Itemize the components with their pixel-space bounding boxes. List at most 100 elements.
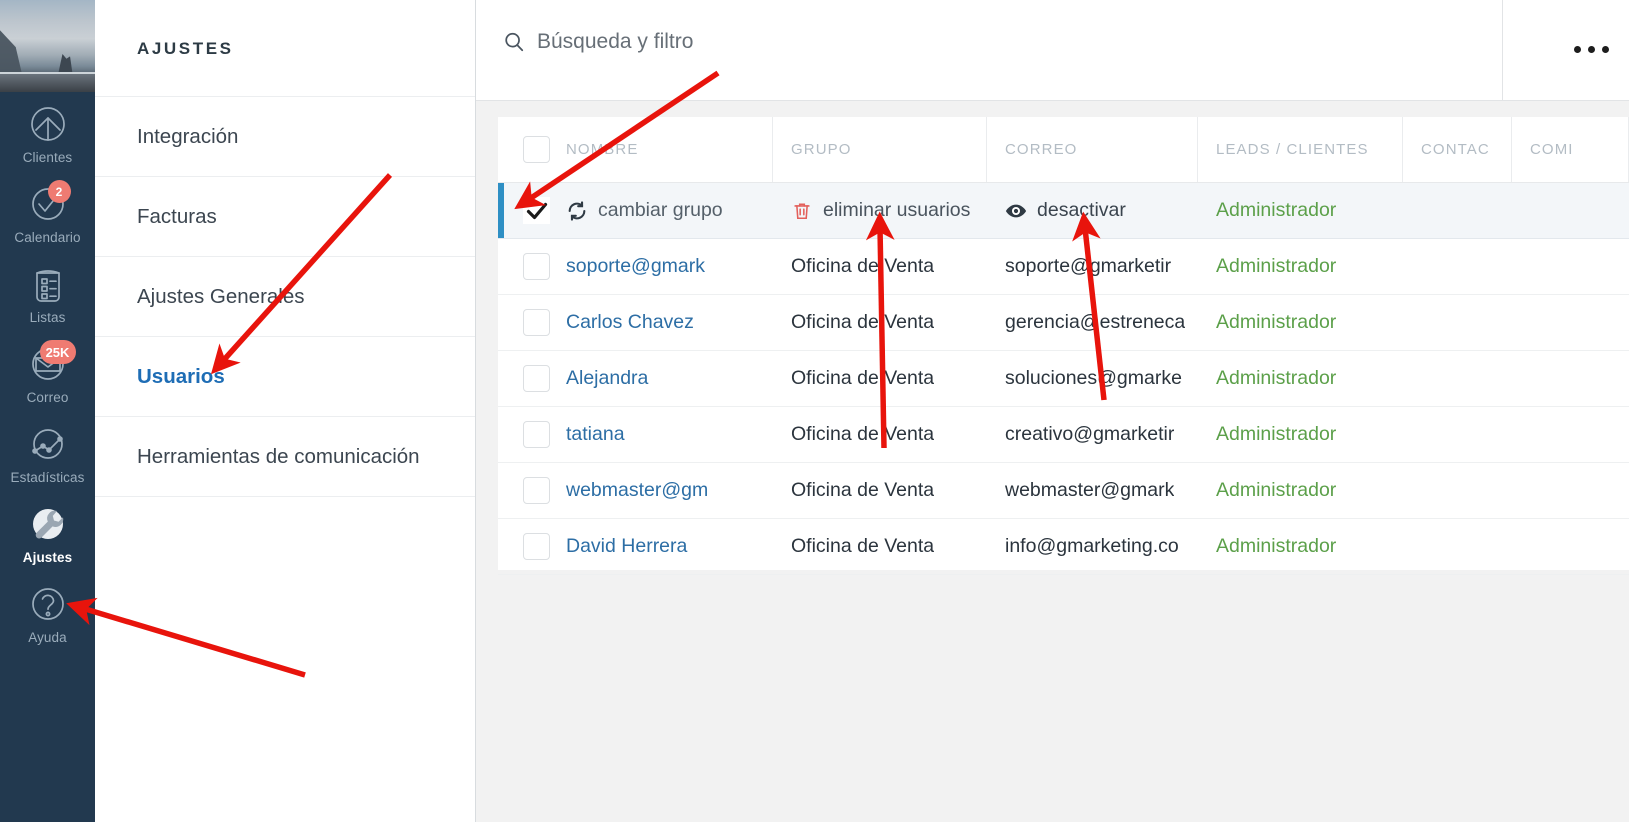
kebab-menu-icon[interactable] (1568, 40, 1615, 59)
calendar-check-icon: 2 (24, 180, 72, 228)
cell-grupo: Oficina de Venta (773, 479, 987, 502)
cell-correo-value: gerencia@estreneca (1005, 311, 1186, 333)
column-header-contact[interactable]: CONTAC (1403, 117, 1512, 182)
search-input[interactable]: Búsqueda y filtro (503, 30, 693, 54)
row-checkbox[interactable] (523, 533, 550, 560)
row-checkbox[interactable] (523, 365, 550, 392)
table-row[interactable]: David Herrera Oficina de Venta info@gmarke… (498, 519, 1629, 575)
cell-leads: Administrador (1198, 479, 1403, 502)
cell-leads-value: Administrador (1216, 479, 1337, 501)
user-name-link[interactable]: soporte@gmark (566, 255, 705, 278)
rail-item-ayuda[interactable]: Ayuda (0, 572, 95, 652)
rail-item-label: Listas (29, 310, 66, 325)
cell-grupo-value: Oficina de Venta (791, 535, 935, 557)
rail-badge: 25K (39, 340, 76, 364)
row-checkbox[interactable] (523, 309, 550, 336)
user-name-link[interactable]: tatiana (566, 423, 625, 446)
change-group-label: cambiar grupo (598, 199, 723, 221)
row-checkbox[interactable] (523, 253, 550, 280)
rail-item-calendario[interactable]: 2 Calendario (0, 172, 95, 252)
column-header-grupo[interactable]: GRUPO (773, 117, 987, 182)
delete-users-label: eliminar usuarios (823, 199, 971, 221)
select-all-checkbox[interactable] (523, 136, 550, 163)
trash-icon (791, 200, 813, 222)
cell-correo: soporte@gmarketir (987, 255, 1198, 278)
user-name-link[interactable]: David Herrera (566, 535, 687, 558)
table-row[interactable]: webmaster@gm Oficina de Venta webmaster@gm… (498, 463, 1629, 519)
table-body: cambiar grupo eliminar usuarios desactivar… (498, 183, 1629, 575)
rail-badge: 2 (47, 180, 71, 203)
settings-menu-item-herramientasdecomunicacin[interactable]: Herramientas de comunicación (95, 417, 475, 497)
rail-item-clientes[interactable]: Clientes (0, 92, 95, 172)
eye-icon (1005, 200, 1027, 222)
rail-item-estadsticas[interactable]: Estadísticas (0, 412, 95, 492)
search-placeholder-text: Búsqueda y filtro (537, 30, 694, 53)
cell-leads-value: Administrador (1216, 535, 1337, 557)
help-icon (24, 580, 72, 628)
deactivate-action[interactable]: desactivar (1005, 199, 1126, 222)
table-row[interactable]: soporte@gmark Oficina de Venta soporte@gma… (498, 239, 1629, 295)
cell-grupo-value: Oficina de Venta (791, 255, 935, 277)
mail-icon: 25K (24, 340, 76, 388)
table-row[interactable]: Alejandra Oficina de Venta soluciones@gmar… (498, 351, 1629, 407)
table-row[interactable]: tatiana Oficina de Venta creativo@gmarketi… (498, 407, 1629, 463)
user-name-link[interactable]: Alejandra (566, 367, 648, 390)
customers-icon (24, 100, 72, 148)
rail-item-label: Correo (26, 390, 69, 405)
checkmark-icon[interactable] (523, 197, 550, 224)
cell-correo-value: soluciones@gmarke (1005, 367, 1182, 389)
cell-nombre: webmaster@gm (498, 477, 773, 504)
settings-menu-item-integracin[interactable]: Integración (95, 97, 475, 177)
cell-grupo-value: Oficina de Venta (791, 311, 935, 333)
rail-item-label: Estadísticas (10, 470, 85, 485)
top-bar: Búsqueda y filtro (476, 0, 1629, 101)
cell-leads: Administrador (1198, 311, 1403, 334)
settings-menu-item-usuarios[interactable]: Usuarios (95, 337, 475, 417)
user-name-link[interactable]: Carlos Chavez (566, 311, 694, 334)
column-header-correo[interactable]: CORREO (987, 117, 1198, 182)
column-header-comp[interactable]: COMI (1512, 117, 1629, 182)
table-header-row: NOMBRE GRUPO CORREO LEADS / CLIENTES CONTAC C… (498, 117, 1629, 183)
settings-menu-item-ajustesgenerales[interactable]: Ajustes Generales (95, 257, 475, 337)
row-checkbox[interactable] (523, 421, 550, 448)
deactivate-label: desactivar (1037, 199, 1126, 221)
primary-nav-rail: Clientes 2 Calendario Listas 25K Correo Estadí… (0, 0, 95, 822)
topbar-divider (1502, 0, 1503, 101)
cell-grupo: Oficina de Venta (773, 423, 987, 446)
rail-item-ajustes[interactable]: Ajustes (0, 492, 95, 572)
change-group-action[interactable]: cambiar grupo (566, 199, 723, 222)
column-header-leads[interactable]: LEADS / CLIENTES (1198, 117, 1403, 182)
settings-menu-panel: AJUSTES Integración Facturas Ajustes Gener… (95, 0, 476, 822)
cell-leads-value: Administrador (1216, 311, 1337, 333)
cell-correo: info@gmarketing.co (987, 535, 1198, 558)
settings-menu-item-facturas[interactable]: Facturas (95, 177, 475, 257)
cell-correo: creativo@gmarketir (987, 423, 1198, 446)
cell-nombre: Carlos Chavez (498, 309, 773, 336)
column-header-nombre[interactable]: NOMBRE (498, 117, 773, 182)
user-name-link[interactable]: webmaster@gm (566, 479, 708, 502)
cell-grupo-value: Oficina de Venta (791, 423, 935, 445)
bulk-action-cell-cambiar-grupo: cambiar grupo (498, 197, 773, 224)
cell-nombre: David Herrera (498, 533, 773, 560)
cell-correo-value: webmaster@gmark (1005, 479, 1175, 501)
cell-correo: gerencia@estreneca (987, 311, 1198, 334)
rail-item-label: Calendario (14, 230, 81, 245)
settings-panel-title: AJUSTES (95, 0, 475, 97)
column-header-label: GRUPO (791, 141, 852, 158)
cell-leads: Administrador (1198, 535, 1403, 558)
rail-item-listas[interactable]: Listas (0, 252, 95, 332)
column-header-label: COMI (1530, 141, 1574, 158)
search-icon (503, 31, 525, 53)
cell-grupo: Oficina de Venta (773, 367, 987, 390)
cell-correo-value: info@gmarketing.co (1005, 535, 1179, 557)
bulk-action-cell-desactivar: desactivar (987, 199, 1198, 222)
cell-grupo: Oficina de Venta (773, 535, 987, 558)
bulk-action-cell-eliminar: eliminar usuarios (773, 199, 987, 222)
cell-leads: Administrador (1198, 367, 1403, 390)
table-row[interactable]: Carlos Chavez Oficina de Venta gerencia@es… (498, 295, 1629, 351)
column-header-label: LEADS / CLIENTES (1216, 141, 1369, 158)
row-checkbox[interactable] (523, 477, 550, 504)
profile-banner-image (0, 0, 95, 92)
rail-item-correo[interactable]: 25K Correo (0, 332, 95, 412)
delete-users-action[interactable]: eliminar usuarios (791, 199, 970, 222)
